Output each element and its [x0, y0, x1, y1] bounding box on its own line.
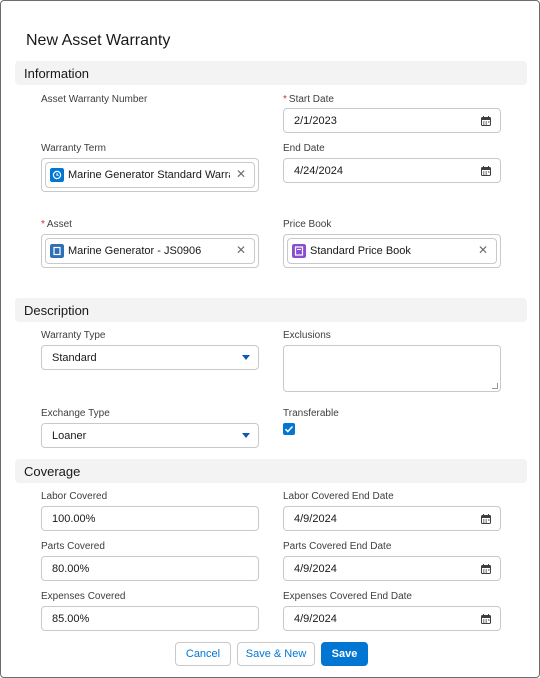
- calendar-icon[interactable]: [481, 116, 491, 126]
- checkmark-icon: [284, 425, 294, 433]
- section-title: Coverage: [24, 464, 81, 479]
- start-date-label: * Start Date: [283, 94, 334, 105]
- price-book-value: Standard Price Book: [310, 245, 411, 257]
- end-date-value: 4/24/2024: [294, 165, 343, 177]
- asset-value: Marine Generator - JS0906: [68, 245, 202, 257]
- resize-handle-icon[interactable]: [492, 383, 498, 389]
- start-date-input[interactable]: 2/1/2023: [283, 108, 501, 133]
- warranty-term-value: Marine Generator Standard Warran...: [68, 169, 230, 181]
- price-book-pill[interactable]: Standard Price Book ✕: [287, 238, 497, 264]
- warranty-term-lookup[interactable]: Marine Generator Standard Warran... ✕: [41, 158, 259, 192]
- price-book-icon: [292, 244, 306, 258]
- required-marker: *: [41, 219, 45, 230]
- labor-covered-end-date-label: Labor Covered End Date: [283, 491, 394, 502]
- parts-covered-end-date-input[interactable]: 4/9/2024: [283, 556, 501, 581]
- required-marker: *: [283, 94, 287, 105]
- exchange-type-select[interactable]: Loaner: [41, 423, 259, 448]
- warranty-term-pill[interactable]: Marine Generator Standard Warran... ✕: [45, 162, 255, 188]
- parts-covered-value: 80.00%: [52, 563, 90, 575]
- asset-lookup[interactable]: Marine Generator - JS0906 ✕: [41, 234, 259, 268]
- section-title: Description: [24, 303, 90, 318]
- save-button[interactable]: Save: [321, 642, 368, 666]
- clear-icon[interactable]: ✕: [236, 167, 246, 181]
- warranty-term-icon: [50, 168, 64, 182]
- end-date-input[interactable]: 4/24/2024: [283, 158, 501, 183]
- parts-covered-input[interactable]: 80.00%: [41, 556, 259, 581]
- section-header-coverage[interactable]: Coverage: [15, 459, 527, 483]
- transferable-checkbox[interactable]: [283, 423, 295, 435]
- labor-covered-label: Labor Covered: [41, 491, 108, 502]
- asset-label: * Asset: [41, 219, 72, 230]
- expenses-covered-input[interactable]: 85.00%: [41, 606, 259, 631]
- clear-icon[interactable]: ✕: [236, 243, 246, 257]
- section-header-information[interactable]: Information: [15, 61, 527, 85]
- warranty-type-value: Standard: [52, 352, 97, 364]
- parts-covered-end-date-label: Parts Covered End Date: [283, 541, 392, 552]
- calendar-icon[interactable]: [481, 166, 491, 176]
- section-title: Information: [24, 66, 90, 81]
- expenses-covered-end-date-value: 4/9/2024: [294, 613, 337, 625]
- asset-icon: [50, 244, 64, 258]
- section-header-description[interactable]: Description: [15, 298, 527, 322]
- labor-covered-end-date-value: 4/9/2024: [294, 513, 337, 525]
- clear-icon[interactable]: ✕: [478, 243, 488, 257]
- chevron-down-icon: [242, 355, 250, 360]
- warranty-type-select[interactable]: Standard: [41, 345, 259, 370]
- labor-covered-end-date-input[interactable]: 4/9/2024: [283, 506, 501, 531]
- labor-covered-value: 100.00%: [52, 513, 96, 525]
- expenses-covered-label: Expenses Covered: [41, 591, 126, 602]
- asset-warranty-number-label: Asset Warranty Number: [41, 94, 148, 105]
- calendar-icon[interactable]: [481, 514, 491, 524]
- modal-title: New Asset Warranty: [26, 32, 171, 49]
- save-and-new-button[interactable]: Save & New: [237, 642, 315, 666]
- exclusions-label: Exclusions: [283, 330, 331, 341]
- exclusions-textarea[interactable]: [283, 345, 501, 392]
- calendar-icon[interactable]: [481, 614, 491, 624]
- warranty-term-label: Warranty Term: [41, 143, 107, 154]
- new-asset-warranty-modal: New Asset Warranty Information Asset War…: [0, 0, 540, 678]
- transferable-label: Transferable: [283, 408, 339, 419]
- end-date-label: End Date: [283, 143, 325, 154]
- labor-covered-input[interactable]: 100.00%: [41, 506, 259, 531]
- exchange-type-label: Exchange Type: [41, 408, 110, 419]
- warranty-type-label: Warranty Type: [41, 330, 106, 341]
- cancel-button[interactable]: Cancel: [175, 642, 231, 666]
- expenses-covered-value: 85.00%: [52, 613, 90, 625]
- chevron-down-icon: [242, 433, 250, 438]
- calendar-icon[interactable]: [481, 564, 491, 574]
- start-date-value: 2/1/2023: [294, 115, 337, 127]
- exchange-type-value: Loaner: [52, 430, 87, 442]
- asset-pill[interactable]: Marine Generator - JS0906 ✕: [45, 238, 255, 264]
- parts-covered-end-date-value: 4/9/2024: [294, 563, 337, 575]
- expenses-covered-end-date-label: Expenses Covered End Date: [283, 591, 412, 602]
- price-book-lookup[interactable]: Standard Price Book ✕: [283, 234, 501, 268]
- parts-covered-label: Parts Covered: [41, 541, 105, 552]
- expenses-covered-end-date-input[interactable]: 4/9/2024: [283, 606, 501, 631]
- price-book-label: Price Book: [283, 219, 332, 230]
